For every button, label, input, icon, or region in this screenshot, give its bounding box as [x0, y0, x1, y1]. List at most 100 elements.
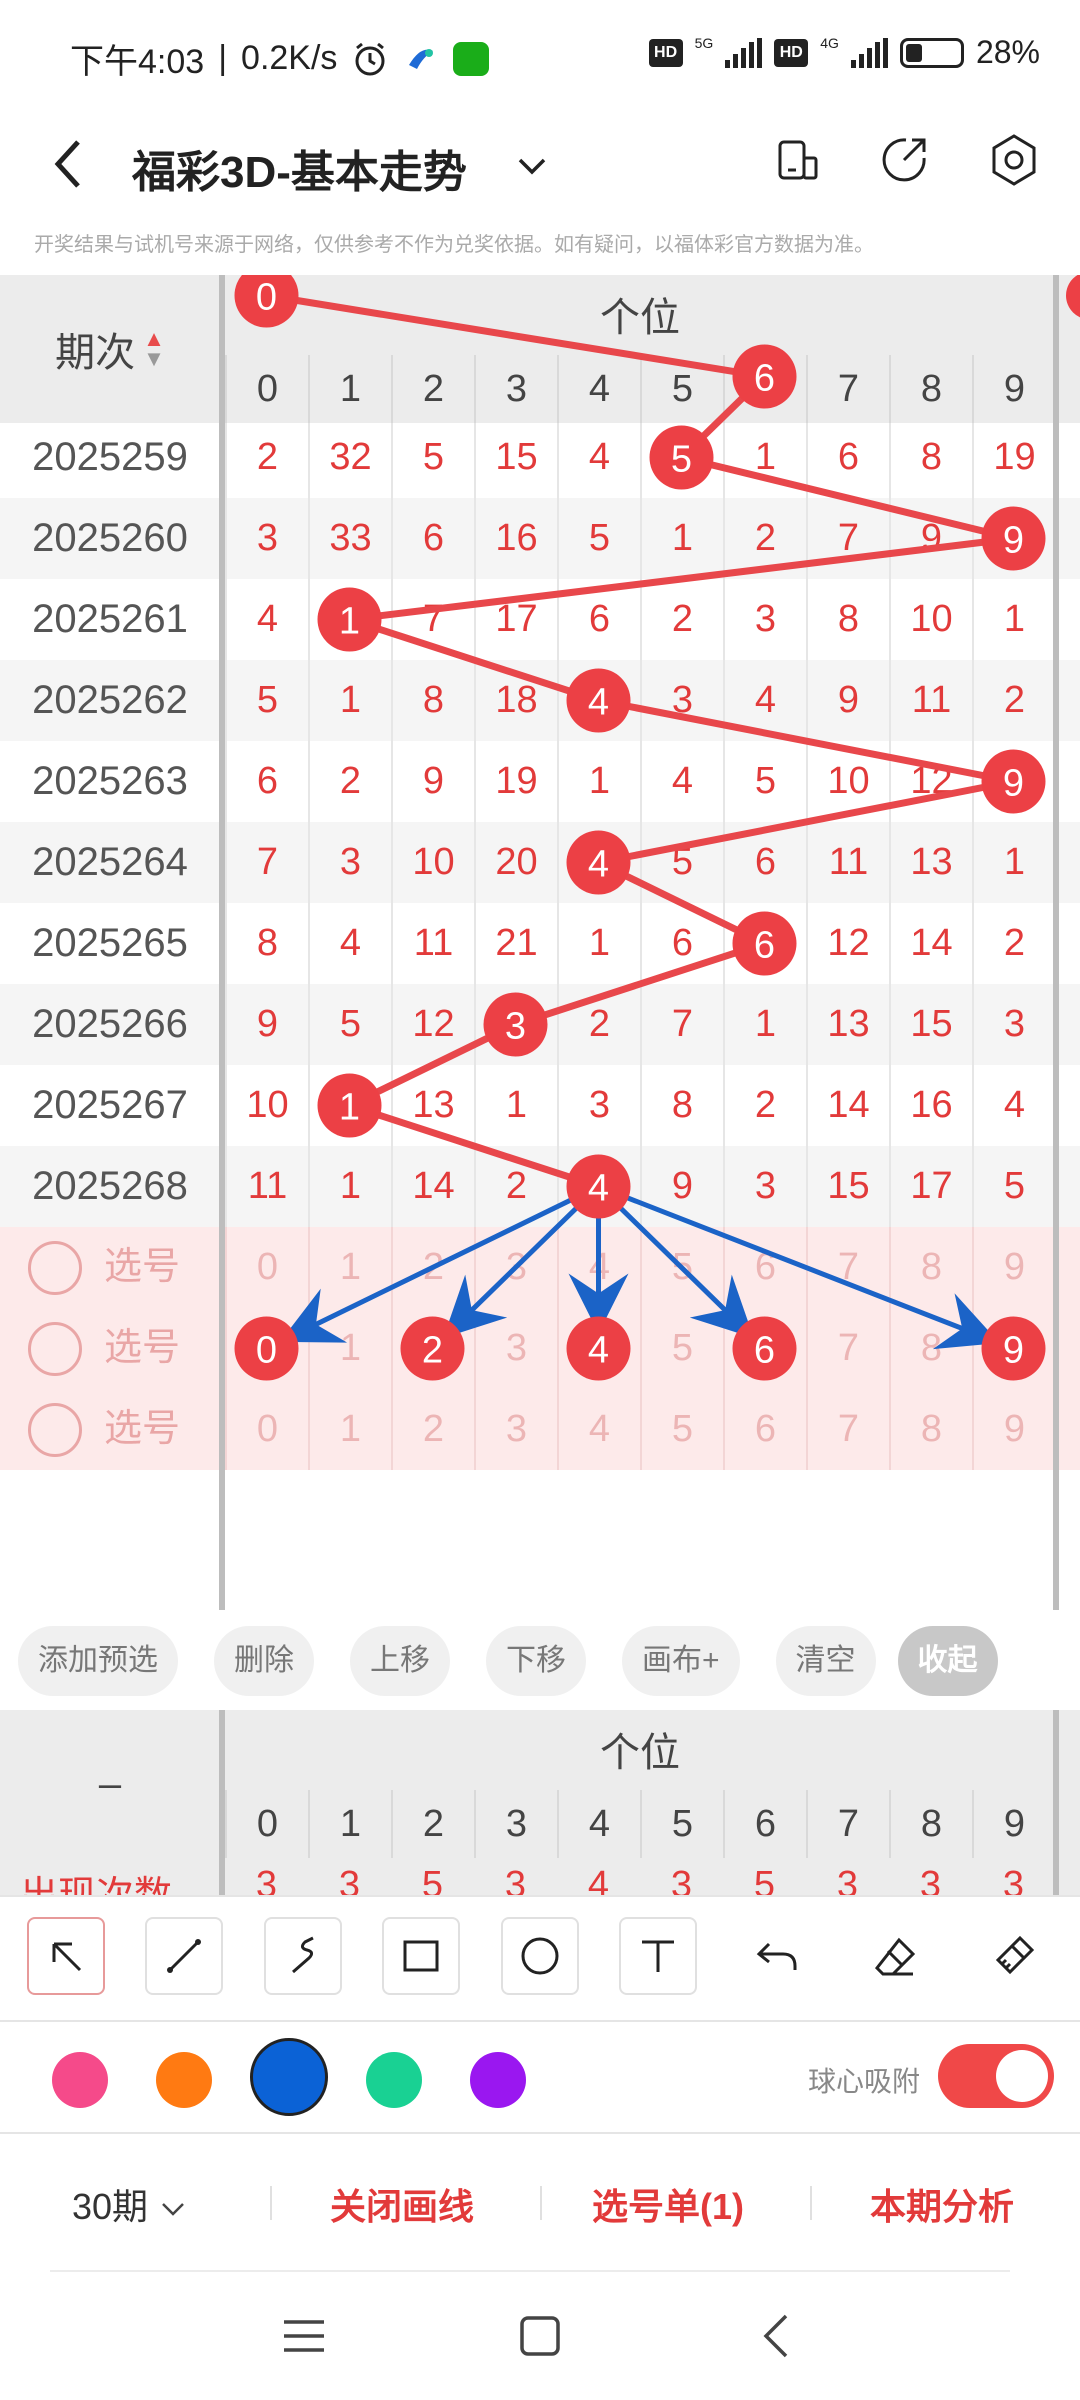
stats-value-7: 3 [836, 1864, 859, 1895]
trend-line-segment [265, 292, 766, 380]
stats-digit-header-7: 7 [806, 1790, 889, 1858]
home-icon[interactable] [510, 2306, 570, 2366]
selected-ball[interactable]: 0 [234, 1316, 299, 1381]
hit-ball[interactable]: 6 [732, 911, 797, 976]
drawn-arrow[interactable] [597, 1184, 1000, 1350]
close-draw-button[interactable]: 关闭画线 [330, 2178, 474, 2230]
stats-digit-headers: 0123456789 [225, 1790, 1055, 1858]
share-icon[interactable] [874, 130, 934, 190]
action-chip-1[interactable]: 删除 [214, 1626, 314, 1696]
stats-digit-header-8: 8 [889, 1790, 972, 1858]
stats-value-1: 3 [338, 1864, 361, 1895]
stats-value-0: 3 [255, 1864, 278, 1895]
status-time: 下午4:03 [70, 43, 205, 81]
disclaimer-notice: 开奖结果与试机号来源于网络，仅供参考不作为兑奖依据。如有疑问，以福体彩官方数据为… [34, 234, 874, 256]
hit-ball[interactable]: 3 [483, 992, 548, 1057]
hit-ball-label: 4 [588, 682, 609, 724]
hit-ball[interactable]: 0 [234, 275, 299, 328]
selected-ball-label: 4 [588, 1330, 609, 1372]
stats-digit-header-5: 5 [640, 1790, 723, 1858]
undo-tool[interactable] [738, 1917, 816, 1995]
color-blue[interactable] [250, 2038, 328, 2116]
stats-value-5: 3 [670, 1864, 693, 1895]
status-left: 下午4:03 | 0.2K/s [70, 34, 490, 83]
period-select-label: 30期 [72, 2186, 149, 2227]
hit-ball[interactable]: 4 [566, 668, 631, 733]
hit-ball-label: 9 [1003, 763, 1024, 805]
curve-icon [292, 1936, 314, 1974]
hit-ball-label: 5 [671, 439, 692, 481]
status-bar: 下午4:03 | 0.2K/s HD 5G HD 4G 28% [0, 0, 1080, 110]
rect-tool[interactable] [382, 1917, 460, 1995]
undo-icon [756, 1942, 797, 1970]
hit-ball[interactable]: 1 [317, 587, 382, 652]
back-icon[interactable] [48, 134, 88, 194]
color-green[interactable] [366, 2052, 422, 2108]
stats-value-6: 5 [753, 1864, 776, 1895]
selected-ball[interactable]: 6 [732, 1316, 797, 1381]
clear-tool[interactable] [975, 1917, 1053, 1995]
title-bar: 福彩3D-基本走势 [0, 110, 1080, 230]
action-chip-0[interactable]: 添加预选 [18, 1626, 178, 1696]
selected-ball-label: 6 [754, 1330, 775, 1372]
wechat-icon [453, 41, 490, 76]
trend-line-segment [597, 778, 1015, 866]
hit-ball[interactable]: 6 [732, 344, 797, 409]
hit-ball-label: 1 [339, 1087, 360, 1129]
curve-tool[interactable] [264, 1917, 342, 1995]
signal-icon-1 [725, 37, 763, 68]
menu-icon[interactable] [274, 2306, 334, 2366]
color-purple[interactable] [470, 2052, 526, 2108]
circle-tool[interactable] [501, 1917, 579, 1995]
app-notification-icon [409, 48, 434, 69]
bottom-separator [810, 2186, 812, 2220]
stats-values: 3 3 5 3 4 3 5 3 3 3 [225, 1864, 1055, 1895]
text-icon [642, 1940, 674, 1972]
battery-icon [899, 37, 964, 68]
text-tool[interactable] [619, 1917, 697, 1995]
line-tool[interactable] [145, 1917, 223, 1995]
stats-digit-header-9: 9 [972, 1790, 1055, 1858]
hit-ball[interactable]: 4 [566, 1154, 631, 1219]
drawn-arrow[interactable] [279, 1184, 600, 1343]
trend-chart[interactable]: 2025257303132181461720252581314143195718… [0, 275, 1080, 1610]
trend-overlay[interactable]: 0659149463140 2 4 6 9 [0, 275, 1080, 1610]
chevron-down-icon[interactable] [514, 148, 550, 184]
page-title[interactable]: 福彩3D-基本走势 [132, 136, 467, 200]
action-chip-4[interactable]: 画布+ [622, 1626, 740, 1696]
color-orange[interactable] [156, 2052, 212, 2108]
hit-ball[interactable]: 4 [566, 830, 631, 895]
trend-line-segment [597, 697, 1015, 785]
action-chip-6[interactable]: 收起 [897, 1626, 998, 1696]
selected-ball[interactable]: 4 [566, 1316, 631, 1381]
action-chip-5[interactable]: 清空 [775, 1626, 876, 1696]
selected-ball-label: 0 [256, 1330, 277, 1372]
edge-ball [1066, 275, 1080, 318]
hit-ball[interactable]: 1 [317, 1073, 382, 1138]
period-select[interactable]: 30期 [72, 2178, 188, 2230]
hd-badge-1: HD [648, 38, 683, 67]
trend-line-segment [349, 535, 1014, 623]
action-chip-2[interactable]: 上移 [350, 1626, 450, 1696]
hit-ball[interactable]: 5 [649, 425, 714, 490]
hit-ball[interactable]: 9 [981, 506, 1046, 571]
selected-ball[interactable]: 2 [400, 1316, 465, 1381]
nav-back-icon[interactable] [748, 2306, 808, 2366]
hit-ball-label: 1 [339, 601, 360, 643]
net-4g: 4G [820, 34, 839, 51]
selected-ball[interactable]: 9 [981, 1316, 1046, 1381]
pick-list-button[interactable]: 选号单(1) [592, 2178, 744, 2230]
settings-icon[interactable] [984, 130, 1044, 190]
device-icon[interactable] [768, 130, 828, 190]
battery-level: 28% [975, 34, 1040, 70]
eraser-tool[interactable] [856, 1917, 934, 1995]
stats-dash: – [98, 1762, 122, 1806]
eraser-icon [874, 1937, 916, 1976]
select-tool[interactable] [27, 1917, 105, 1995]
stats-digit-header-4: 4 [557, 1790, 640, 1858]
color-pink[interactable] [52, 2052, 108, 2108]
analysis-button[interactable]: 本期分析 [870, 2178, 1014, 2230]
hit-ball[interactable]: 9 [981, 749, 1046, 814]
action-chip-3[interactable]: 下移 [486, 1626, 586, 1696]
snap-toggle[interactable] [938, 2044, 1054, 2108]
